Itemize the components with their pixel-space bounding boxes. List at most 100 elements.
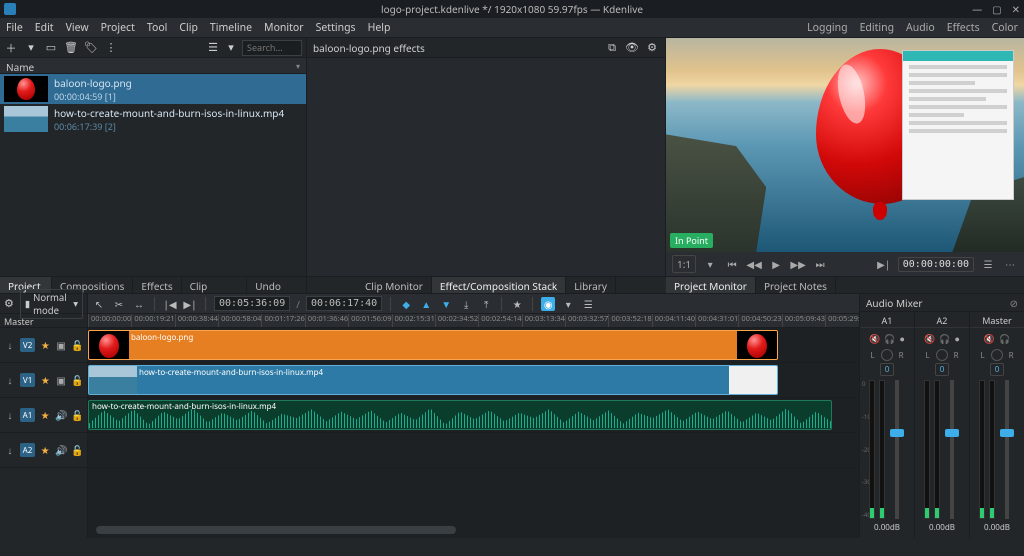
overwrite-icon[interactable]: ⤓ <box>459 297 473 311</box>
menu-edit[interactable]: Edit <box>35 21 54 35</box>
track-header-a2[interactable]: ↓ A2 ★ 🔊 🔓 <box>0 433 87 468</box>
delete-icon[interactable]: 🗑 <box>64 41 78 55</box>
menu-monitor[interactable]: Monitor <box>264 21 304 35</box>
view-list-icon[interactable]: ☰ <box>206 41 220 55</box>
mute-icon[interactable]: 🔇 <box>984 332 995 345</box>
timeline-clip[interactable]: how-to-create-mount-and-burn-isos-in-lin… <box>88 400 832 430</box>
db-value[interactable]: 0.00dB <box>984 522 1010 533</box>
volume-fader[interactable] <box>950 380 954 519</box>
forward-icon[interactable]: ▶▶ <box>790 257 806 271</box>
filter-icon[interactable]: ⋮ <box>104 41 118 55</box>
marker-icon[interactable]: ▲ <box>419 297 433 311</box>
timeline-scrollbar[interactable] <box>96 526 456 534</box>
layout-audio[interactable]: Audio <box>906 21 935 35</box>
collapse-icon[interactable]: ↓ <box>4 373 16 387</box>
pan-knob[interactable] <box>881 349 893 361</box>
layout-editing[interactable]: Editing <box>860 21 894 35</box>
star-icon[interactable]: ★ <box>39 443 51 457</box>
star-icon[interactable]: ★ <box>39 408 51 422</box>
skip-fwd-icon[interactable]: ▶| <box>183 297 197 311</box>
menu-file[interactable]: File <box>6 21 23 35</box>
tab-library[interactable]: Library <box>566 277 616 293</box>
bin-column-header[interactable]: Name ▾ <box>0 58 306 74</box>
lock-icon[interactable]: 🔓 <box>71 338 83 352</box>
pan-knob[interactable] <box>936 349 948 361</box>
timeline-tc-current[interactable]: 00:05:36:09 <box>214 296 290 311</box>
db-value[interactable]: 0.00dB <box>929 522 955 533</box>
video-icon[interactable]: ▣ <box>55 373 67 387</box>
favorite-icon[interactable]: ★ <box>510 297 524 311</box>
menu-tool[interactable]: Tool <box>147 21 168 35</box>
bin-search-input[interactable] <box>242 40 302 56</box>
balance-value[interactable]: 0 <box>990 363 1005 376</box>
balance-value[interactable]: 0 <box>935 363 950 376</box>
layout-logging[interactable]: Logging <box>807 21 847 35</box>
skip-back-icon[interactable]: |◀ <box>163 297 177 311</box>
master-track-header[interactable]: Master <box>0 314 87 328</box>
lock-icon[interactable]: 🔓 <box>71 373 83 387</box>
track-header-a1[interactable]: ↓ A1 ★ 🔊 🔓 <box>0 398 87 433</box>
gear-icon[interactable]: ⚙ <box>4 297 14 311</box>
marker-icon[interactable]: ▼ <box>439 297 453 311</box>
maximize-icon[interactable]: ▢ <box>992 2 1001 16</box>
record-icon[interactable]: ● <box>900 332 905 345</box>
star-icon[interactable]: ★ <box>39 373 51 387</box>
close-icon[interactable]: ⊘ <box>1010 296 1018 310</box>
skip-start-icon[interactable]: ⏮ <box>724 257 740 271</box>
add-clip-icon[interactable]: ＋ <box>4 41 18 55</box>
tab-clip-properties[interactable]: Clip Properties <box>182 277 248 293</box>
monitor-image[interactable]: In Point <box>666 38 1024 252</box>
cursor-icon[interactable]: ↖ <box>92 297 106 311</box>
layout-effects[interactable]: Effects <box>947 21 980 35</box>
visibility-icon[interactable]: 👁 <box>625 41 639 55</box>
timeline-clip[interactable]: how-to-create-mount-and-burn-isos-in-lin… <box>88 365 778 395</box>
settings-icon[interactable]: ⚙ <box>645 41 659 55</box>
timeline-ruler[interactable]: 00:00:00:0000:00:19:2100:00:38:4400:00:5… <box>88 314 859 328</box>
chevron-down-icon[interactable]: ▾ <box>24 41 38 55</box>
compare-icon[interactable]: ⧉ <box>605 41 619 55</box>
pan-knob[interactable] <box>991 349 1003 361</box>
marker-icon[interactable]: ◆ <box>399 297 413 311</box>
track-v1[interactable]: how-to-create-mount-and-burn-isos-in-lin… <box>88 363 859 398</box>
volume-fader[interactable] <box>1005 380 1009 519</box>
menu-clip[interactable]: Clip <box>179 21 198 35</box>
track-v2[interactable]: baloon-logo.png <box>88 328 859 363</box>
minimize-icon[interactable]: — <box>972 2 982 16</box>
volume-fader[interactable] <box>895 380 899 519</box>
collapse-icon[interactable]: ↓ <box>4 338 16 352</box>
headphone-icon[interactable]: 🎧 <box>939 332 950 345</box>
db-value[interactable]: 0.00dB <box>874 522 900 533</box>
lock-icon[interactable]: 🔓 <box>71 408 83 422</box>
bin-item[interactable]: baloon-logo.png 00:00:04:59 [1] <box>0 74 306 104</box>
menu-project[interactable]: Project <box>101 21 135 35</box>
chevron-down-icon[interactable]: ▾ <box>561 297 575 311</box>
more-icon[interactable]: ⋯ <box>1002 257 1018 271</box>
close-icon[interactable]: ✕ <box>1012 2 1020 16</box>
menu-icon[interactable]: ☰ <box>980 257 996 271</box>
chevron-down-icon[interactable]: ▾ <box>224 41 238 55</box>
razor-icon[interactable]: ✂ <box>112 297 126 311</box>
balance-value[interactable]: 0 <box>880 363 895 376</box>
tab-undo-history[interactable]: Undo History <box>247 277 307 293</box>
insert-icon[interactable]: ⤒ <box>479 297 493 311</box>
folder-icon[interactable]: ▭ <box>44 41 58 55</box>
headphone-icon[interactable]: 🎧 <box>999 332 1010 345</box>
video-icon[interactable]: ▣ <box>55 338 67 352</box>
speaker-icon[interactable]: 🔊 <box>55 408 67 422</box>
track-a1[interactable]: how-to-create-mount-and-burn-isos-in-lin… <box>88 398 859 433</box>
timeline-clip[interactable]: baloon-logo.png <box>88 330 778 360</box>
lock-icon[interactable]: 🔓 <box>71 443 83 457</box>
menu-view[interactable]: View <box>66 21 89 35</box>
record-icon[interactable]: ◉ <box>541 297 555 311</box>
track-header-v1[interactable]: ↓ V1 ★ ▣ 🔓 <box>0 363 87 398</box>
list-icon[interactable]: ☰ <box>581 297 595 311</box>
track-a2[interactable] <box>88 433 859 468</box>
zoom-level[interactable]: 1:1 <box>672 255 696 273</box>
skip-end-icon[interactable]: ⏭ <box>812 257 828 271</box>
chevron-down-icon[interactable]: ▾ <box>702 257 718 271</box>
monitor-timecode[interactable]: 00:00:00:00 <box>898 257 974 272</box>
spacer-icon[interactable]: ↔ <box>132 297 146 311</box>
headphone-icon[interactable]: 🎧 <box>884 332 895 345</box>
timeline[interactable]: ↖ ✂ ↔ |◀ ▶| 00:05:36:09 / 00:06:17:40 ◆ … <box>88 294 859 538</box>
collapse-icon[interactable]: ↓ <box>4 408 16 422</box>
